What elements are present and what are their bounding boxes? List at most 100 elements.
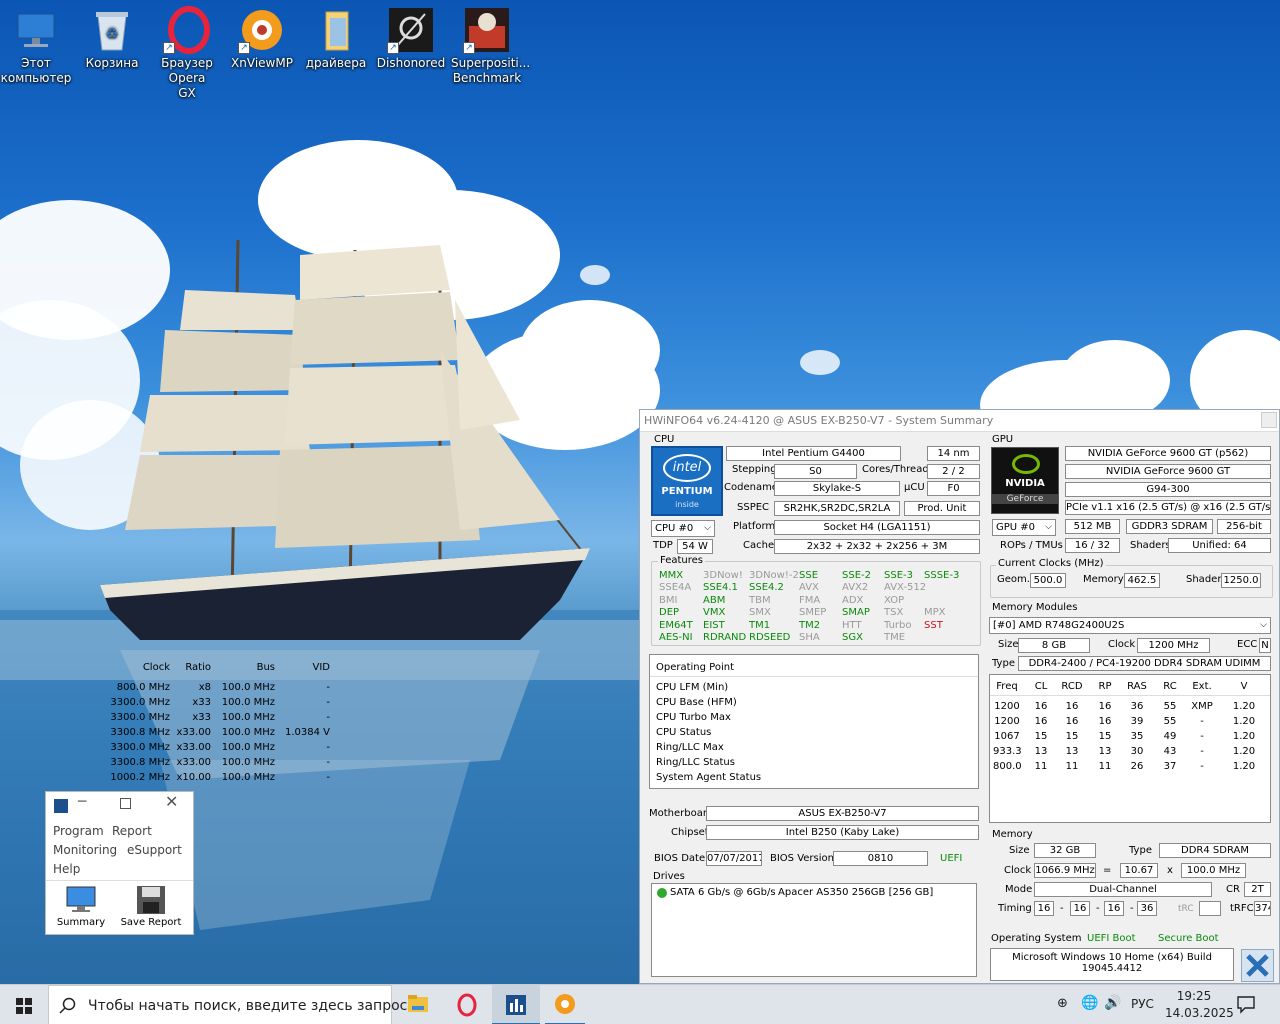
- op-header-0: Operating Point: [656, 662, 735, 673]
- xnview-icon: [555, 994, 575, 1014]
- gpu-model-field: NVIDIA GeForce 9600 GT: [1065, 464, 1271, 479]
- memory-multiplier-field: 10.67: [1120, 863, 1158, 878]
- timing-rcd-field: 16: [1070, 901, 1090, 916]
- memory-type-field: DDR4 SDRAM: [1159, 843, 1271, 858]
- op-cell: 800.0 MHz: [116, 682, 170, 693]
- close-window-button[interactable]: [1261, 412, 1277, 428]
- volume-icon[interactable]: 🔊: [1104, 995, 1121, 1011]
- xnview-icon: ↗: [238, 6, 286, 54]
- op-cell: 1.0384 V: [284, 727, 330, 738]
- menu-report[interactable]: Report: [112, 824, 152, 838]
- op-cell: 3300.0 MHz: [110, 742, 170, 753]
- timing-cell: 13: [1065, 746, 1079, 757]
- desktop-icon-this-pc[interactable]: Этот компьютер: [0, 0, 72, 86]
- desktop-icon-recycle-bin[interactable]: ♻ Корзина: [76, 0, 148, 71]
- menu-program[interactable]: Program: [53, 824, 104, 838]
- menu-help[interactable]: Help: [53, 862, 80, 876]
- motherboard-field: ASUS EX-B250-V7: [706, 806, 979, 821]
- op-row-label: CPU Turbo Max: [656, 712, 731, 723]
- timing-header-4: RAS: [1127, 681, 1147, 692]
- timing-cl-field: 16: [1034, 901, 1054, 916]
- op-header-1: Clock: [142, 662, 170, 673]
- recycle-bin-icon: ♻: [88, 6, 136, 54]
- op-header-3: Bus: [256, 662, 275, 673]
- menu-esupport[interactable]: eSupport: [127, 843, 182, 857]
- timing-cell: -: [1200, 761, 1204, 772]
- minimize-button[interactable]: ─: [78, 794, 92, 810]
- chevron-down-icon: ⌵: [1260, 620, 1267, 630]
- desktop-icon-superposition[interactable]: ↗ Superpositi... Benchmark: [451, 0, 530, 86]
- hwinfo-summary-window: HWiNFO64 v6.24-4120 @ ASUS EX-B250-V7 - …: [110, 409, 1280, 984]
- feature-ssse-3: SSSE-3: [924, 570, 960, 581]
- timing-cell: 16: [1034, 701, 1048, 712]
- desktop-icon-drivers-folder[interactable]: драйвера: [300, 0, 372, 71]
- feature-htt: HTT: [842, 619, 862, 631]
- summary-button[interactable]: Summary: [54, 884, 108, 928]
- notification-center-button[interactable]: [1236, 994, 1256, 1017]
- language-indicator[interactable]: РУС: [1131, 997, 1154, 1011]
- taskbar-opera-gx[interactable]: [443, 985, 491, 1024]
- computer-icon: [12, 6, 60, 54]
- feature-mpx: MPX: [924, 607, 946, 619]
- timing-cell: 55: [1163, 716, 1177, 727]
- monitor-icon: [66, 886, 96, 912]
- desktop-icon-dishonored[interactable]: ↗ Dishonored: [375, 0, 447, 71]
- timing-cell: 26: [1130, 761, 1144, 772]
- intel-pentium-logo: intel PENTIUM inside: [651, 446, 723, 516]
- shortcut-arrow-icon: ↗: [163, 42, 175, 54]
- feature-tbm: TBM: [749, 594, 771, 606]
- feature-avx-512: AVX-512: [884, 582, 927, 594]
- os-field: Microsoft Windows 10 Home (x64) Build 19…: [990, 948, 1234, 981]
- feature-tm1: TM1: [749, 619, 771, 631]
- feature-avx: AVX: [799, 582, 819, 594]
- globe-icon[interactable]: 🌐: [1081, 995, 1098, 1011]
- feature-tm2: TM2: [799, 619, 821, 631]
- feature-smap: SMAP: [842, 607, 870, 619]
- shortcut-arrow-icon: ↗: [387, 42, 399, 54]
- memory-module-dropdown[interactable]: [#0] AMD R748G2400U2S ⌵: [989, 617, 1271, 634]
- network-icon[interactable]: ⊕: [1057, 996, 1068, 1011]
- op-cell: -: [326, 742, 330, 753]
- save-report-button[interactable]: Save Report: [118, 884, 184, 928]
- timing-cell: 933.3: [993, 746, 1022, 757]
- taskbar-hwinfo[interactable]: [492, 985, 540, 1024]
- close-button[interactable]: ✕: [165, 792, 178, 811]
- op-cell: 100.0 MHz: [221, 727, 275, 738]
- search-icon: [59, 997, 76, 1014]
- feature-fma: FMA: [799, 594, 821, 606]
- close-icon: [1246, 954, 1269, 977]
- op-cell: -: [326, 682, 330, 693]
- op-cell: 100.0 MHz: [221, 742, 275, 753]
- bus-width-field: 256-bit: [1217, 519, 1271, 534]
- cpu-name-field: Intel Pentium G4400: [726, 446, 901, 461]
- timing-cell: 1200: [994, 701, 1020, 712]
- desktop-icon-xnviewmp[interactable]: ↗ XnViewMP: [226, 0, 298, 71]
- clock[interactable]: 19:25 14.03.2025: [1165, 988, 1234, 1022]
- search-box[interactable]: Чтобы начать поиск, введите здесь запрос: [48, 985, 407, 1024]
- menu-monitoring[interactable]: Monitoring: [53, 843, 117, 857]
- desktop-icon-opera-gx[interactable]: ↗ Браузер Opera GX: [151, 0, 223, 101]
- op-cell: 100.0 MHz: [221, 682, 275, 693]
- close-summary-button[interactable]: [1241, 949, 1274, 982]
- op-header-4: VID: [312, 662, 331, 673]
- timing-cell: -: [1200, 731, 1204, 742]
- notification-icon: [1237, 996, 1255, 1014]
- timing-cell: 11: [1065, 761, 1079, 772]
- op-cell: x10.00: [176, 772, 211, 783]
- timing-cell: -: [1200, 746, 1204, 757]
- memory-clock-field: 462.5: [1124, 573, 1160, 588]
- timing-cell: 1.20: [1232, 716, 1256, 727]
- timing-header-5: RC: [1163, 681, 1177, 692]
- feature-xop: XOP: [884, 594, 905, 606]
- module-clock-field: 1200 MHz: [1137, 638, 1210, 653]
- gpu-selector-dropdown[interactable]: GPU #0 ⌵: [992, 519, 1056, 536]
- timing-cell: 16: [1098, 716, 1112, 727]
- windows-logo-icon: [16, 998, 32, 1014]
- maximize-button[interactable]: [120, 798, 131, 809]
- timing-cell: 11: [1098, 761, 1112, 772]
- taskbar-file-explorer[interactable]: [394, 985, 442, 1024]
- start-button[interactable]: [0, 985, 48, 1024]
- cpu-selector-dropdown[interactable]: CPU #0 ⌵: [651, 520, 715, 537]
- taskbar-xnviewmp[interactable]: [541, 985, 589, 1024]
- op-cell: x33: [192, 697, 211, 708]
